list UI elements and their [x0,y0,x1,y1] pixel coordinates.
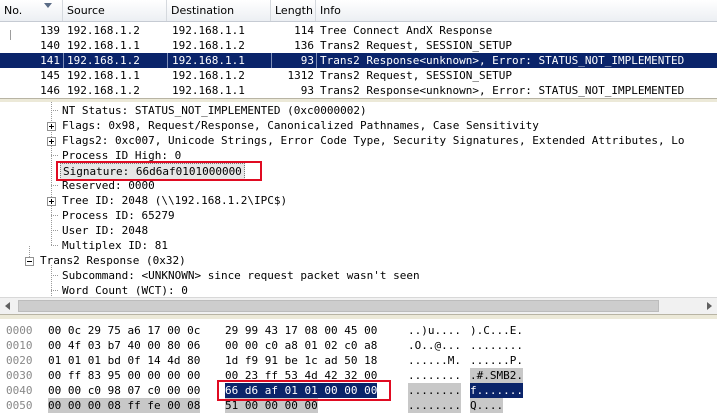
signature-bytes-selected: 66 d6 af 01 01 00 00 00 [225,383,378,398]
scrollbar-thumb[interactable] [18,300,659,312]
packet-list: No. Source Destination Length Info 139 1… [0,0,717,99]
tree-item-trans2-response[interactable]: Trans2 Response (0x32) [40,253,186,268]
arrow-left-icon [5,302,10,310]
expand-plus-icon[interactable] [47,122,56,131]
tree-item-reserved[interactable]: Reserved: 0000 [62,178,155,193]
hex-row[interactable]: 0000 00 0c 29 75 a6 17 00 0c 29 99 43 17… [0,323,717,338]
scroll-left-button[interactable] [0,298,16,314]
hex-row[interactable]: 0050 00 00 00 08 ff fe 00 08 51 00 00 00… [0,398,717,413]
hex-row[interactable]: 0020 01 01 01 bd 0f 14 4d 80 1d f9 91 be… [0,353,717,368]
column-header-source[interactable]: Source [63,0,167,21]
column-header-info[interactable]: Info [316,0,717,21]
tree-item-flags[interactable]: Flags: 0x98, Request/Response, Canonical… [62,118,539,133]
packet-list-header: No. Source Destination Length Info [0,0,717,22]
column-header-destination[interactable]: Destination [167,0,271,21]
tree-item-tree-id[interactable]: Tree ID: 2048 (\\192.168.1.2\IPC$) [62,193,287,208]
tree-item-flags2[interactable]: Flags2: 0xc007, Unicode Strings, Error C… [62,133,685,148]
collapse-minus-icon[interactable] [25,257,34,266]
hex-row[interactable]: 0010 00 4f 03 b7 40 00 80 06 00 00 c0 a8… [0,338,717,353]
packet-row[interactable]: 146 192.168.1.2 192.168.1.1 93 Trans2 Re… [0,83,717,98]
packet-details-tree: NT Status: STATUS_NOT_IMPLEMENTED (0xc00… [0,102,717,314]
tree-item-subcommand[interactable]: Subcommand: <UNKNOWN> since request pack… [62,268,420,283]
hex-row[interactable]: 0040 00 00 c0 98 07 c0 00 00 66 d6 af 01… [0,383,717,398]
column-header-length[interactable]: Length [271,0,316,21]
hex-row[interactable]: 0030 00 ff 83 95 00 00 00 00 00 23 ff 53… [0,368,717,383]
arrow-right-icon [707,302,712,310]
column-header-no[interactable]: No. [0,0,63,21]
packet-row[interactable]: 140 192.168.1.1 192.168.1.2 136 Trans2 R… [0,38,717,53]
packet-row-selected[interactable]: 141 192.168.1.2 192.168.1.1 93 Trans2 Re… [0,53,717,68]
sort-descending-icon [44,3,52,8]
tree-item-process-id-high[interactable]: Process ID High: 0 [62,148,181,163]
packet-row[interactable]: 139 192.168.1.2 192.168.1.1 114 Tree Con… [0,23,717,38]
tree-item-process-id[interactable]: Process ID: 65279 [62,208,175,223]
tree-item-nt-status[interactable]: NT Status: STATUS_NOT_IMPLEMENTED (0xc00… [62,103,367,118]
expand-plus-icon[interactable] [47,197,56,206]
expand-plus-icon[interactable] [47,137,56,146]
details-horizontal-scrollbar[interactable] [0,297,717,314]
tree-item-word-count[interactable]: Word Count (WCT): 0 [62,283,188,298]
packet-row[interactable]: 145 192.168.1.1 192.168.1.2 1312 Trans2 … [0,68,717,83]
scroll-right-button[interactable] [701,298,717,314]
tree-item-user-id[interactable]: User ID: 2048 [62,223,148,238]
hex-dump-pane: 0000 00 0c 29 75 a6 17 00 0c 29 99 43 17… [0,320,717,414]
tree-item-multiplex-id[interactable]: Multiplex ID: 81 [62,238,168,253]
